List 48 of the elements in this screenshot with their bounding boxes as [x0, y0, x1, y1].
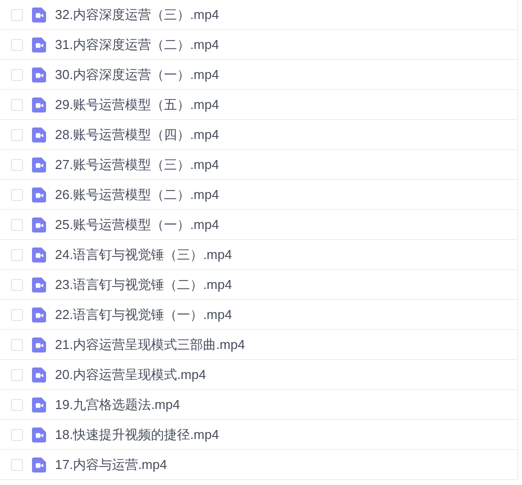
file-name[interactable]: 26.账号运营模型（二）.mp4 [55, 184, 219, 204]
file-name[interactable]: 29.账号运营模型（五）.mp4 [55, 94, 219, 114]
file-name[interactable]: 21.内容运营呈现模式三部曲.mp4 [55, 334, 245, 354]
checkbox[interactable] [11, 308, 23, 320]
checkbox[interactable] [11, 428, 23, 440]
checkbox[interactable] [11, 248, 23, 260]
video-file-icon [32, 276, 47, 292]
video-file-icon [32, 306, 47, 322]
file-name[interactable]: 31.内容深度运营（二）.mp4 [55, 34, 219, 54]
file-name[interactable]: 17.内容与运营.mp4 [55, 454, 167, 474]
video-file-icon [32, 396, 47, 412]
file-name[interactable]: 23.语言钉与视觉锤（二）.mp4 [55, 274, 232, 294]
video-file-icon [32, 366, 47, 382]
file-name[interactable]: 22.语言钉与视觉锤（一）.mp4 [55, 304, 232, 324]
video-file-icon [32, 216, 47, 232]
video-file-icon [32, 426, 47, 442]
checkbox[interactable] [11, 338, 23, 350]
video-file-icon [32, 126, 47, 142]
file-name[interactable]: 32.内容深度运营（三）.mp4 [55, 4, 219, 24]
checkbox[interactable] [11, 458, 23, 470]
file-name[interactable]: 25.账号运营模型（一）.mp4 [55, 214, 219, 234]
checkbox[interactable] [11, 218, 23, 230]
video-file-icon [32, 336, 47, 352]
checkbox[interactable] [11, 98, 23, 110]
checkbox[interactable] [11, 38, 23, 50]
video-file-icon [32, 186, 47, 202]
video-file-icon [32, 6, 47, 22]
checkbox[interactable] [11, 368, 23, 380]
checkbox[interactable] [11, 188, 23, 200]
video-file-icon [32, 156, 47, 172]
file-name[interactable]: 20.内容运营呈现模式.mp4 [55, 364, 206, 384]
checkbox[interactable] [11, 8, 23, 20]
file-name[interactable]: 19.九宫格选题法.mp4 [55, 394, 180, 414]
checkbox[interactable] [11, 128, 23, 140]
video-file-icon [32, 66, 47, 82]
checkbox[interactable] [11, 278, 23, 290]
file-name[interactable]: 27.账号运营模型（三）.mp4 [55, 154, 219, 174]
file-name[interactable]: 28.账号运营模型（四）.mp4 [55, 124, 219, 144]
checkbox[interactable] [11, 398, 23, 410]
video-file-icon [32, 246, 47, 262]
video-file-icon [32, 96, 47, 112]
checkbox[interactable] [11, 158, 23, 170]
video-file-icon [32, 456, 47, 472]
video-file-icon [32, 36, 47, 52]
file-name[interactable]: 30.内容深度运营（一）.mp4 [55, 64, 219, 84]
file-name[interactable]: 24.语言钉与视觉锤（三）.mp4 [55, 244, 232, 264]
file-name[interactable]: 18.快速提升视频的捷径.mp4 [55, 424, 219, 444]
checkbox[interactable] [11, 68, 23, 80]
